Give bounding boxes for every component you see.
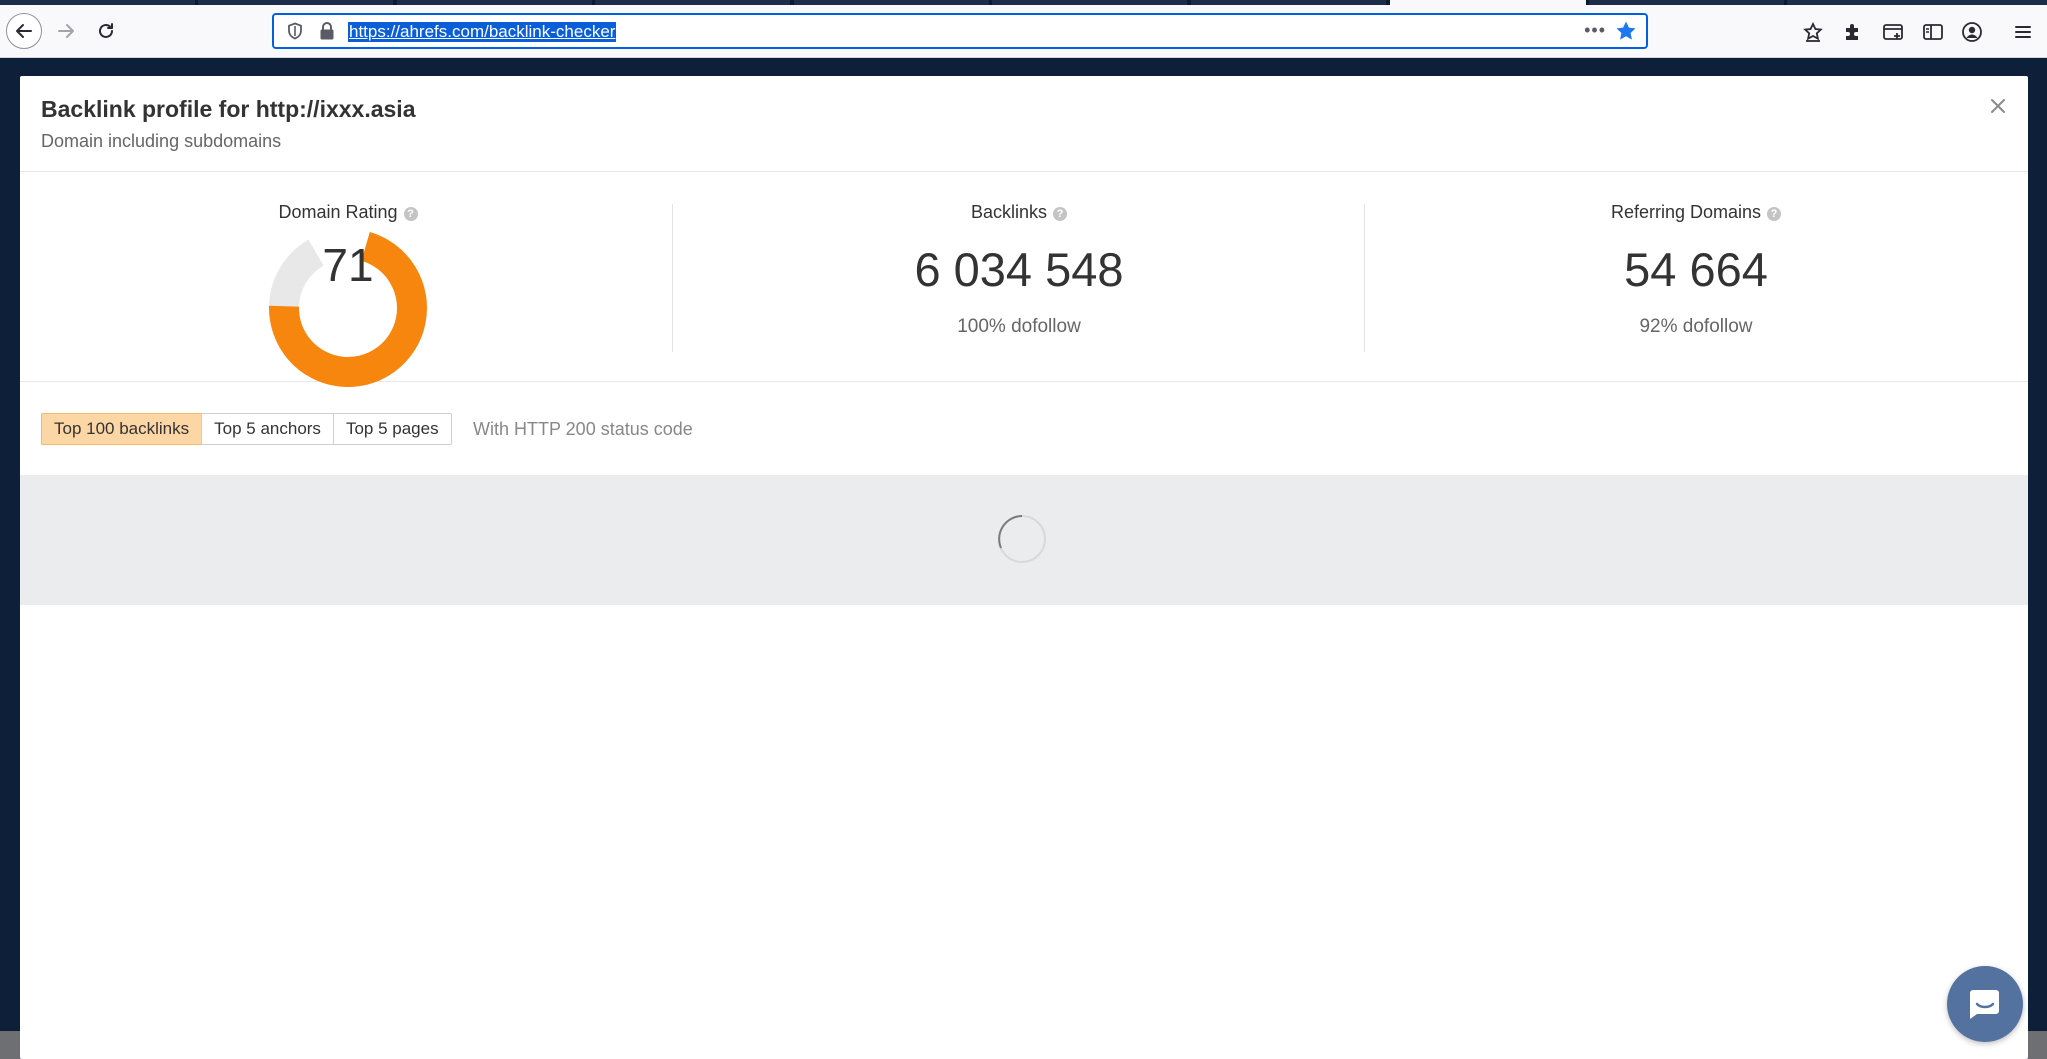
tab-top-5-pages[interactable]: Top 5 pages [332,413,452,445]
lock-icon[interactable] [318,21,336,46]
modal-title: Backlink profile for http://ixxx.asia [41,96,416,122]
results-loading-area [20,475,2028,605]
domain-rating-stat: Domain Rating? 71 [20,172,676,387]
report-tabs: Top 100 backlinks Top 5 anchors Top 5 pa… [41,413,452,445]
reload-icon [99,23,113,38]
page-backdrop-left [0,58,20,1059]
hamburger-menu-icon[interactable] [2011,20,2035,44]
modal-header: Backlink profile for http://ixxx.asia Do… [20,76,2028,172]
url-bar[interactable]: https://ahrefs.com/backlink-checker ••• [272,13,1648,49]
status-code-note: With HTTP 200 status code [473,419,693,439]
url-text[interactable]: https://ahrefs.com/backlink-checker [348,22,617,42]
reload-button[interactable] [88,13,124,49]
close-button[interactable] [1984,92,2012,120]
container-tab-icon[interactable] [1881,20,1905,44]
stats-panel: Domain Rating? 71 Backlinks? 6 034 548 1… [20,172,2028,387]
help-icon[interactable]: ? [403,207,418,221]
referring-domains-stat: Referring Domains? 54 664 92% dofollow [1364,172,2028,382]
backlink-profile-modal: Backlink profile for http://ixxx.asia Do… [20,76,2028,1059]
backlinks-value: 6 034 548 [914,243,1124,296]
backlinks-dofollow: 100% dofollow [957,316,1081,337]
arrow-right-icon [58,24,74,38]
account-icon[interactable] [1960,20,1984,44]
referring-domains-label-text: Referring Domains [1610,202,1762,222]
domain-rating-label-text: Domain Rating [278,202,398,222]
domain-rating-value: 71 [322,239,374,291]
back-button[interactable] [6,13,42,49]
browser-window: https://ahrefs.com/backlink-checker ••• [0,0,2047,1059]
referring-domains-dofollow: 92% dofollow [1639,316,1753,337]
puzzle-icon[interactable] [1841,20,1865,44]
domain-rating-label: Domain Rating? [20,202,676,223]
close-icon [1991,99,2005,113]
tab-top-5-anchors[interactable]: Top 5 anchors [201,413,334,445]
referring-domains-value: 54 664 [1624,243,1768,296]
backlinks-label-text: Backlinks [970,202,1048,222]
page-backdrop-right [2028,58,2047,1059]
tracking-shield-icon[interactable] [286,22,304,45]
help-icon[interactable]: ? [1053,207,1068,221]
loading-spinner-icon [998,515,1046,563]
backlinks-stat: Backlinks? 6 034 548 100% dofollow [672,172,1366,382]
forward-button[interactable] [48,13,84,49]
chat-button[interactable] [1947,966,2023,1042]
arrow-left-icon [16,24,32,38]
pocket-icon[interactable] [1801,20,1825,44]
backlinks-label: Backlinks? [672,202,1366,223]
help-icon[interactable]: ? [1767,207,1782,221]
modal-subtitle: Domain including subdomains [41,131,282,151]
referring-domains-label: Referring Domains? [1364,202,2028,223]
star-icon[interactable] [1614,19,1638,48]
more-icon[interactable]: ••• [1584,20,1606,41]
sidebar-icon[interactable] [1921,20,1945,44]
browser-toolbar: https://ahrefs.com/backlink-checker ••• [0,5,2047,58]
tab-top-100-backlinks[interactable]: Top 100 backlinks [41,413,203,445]
chat-icon [1970,990,1999,1019]
